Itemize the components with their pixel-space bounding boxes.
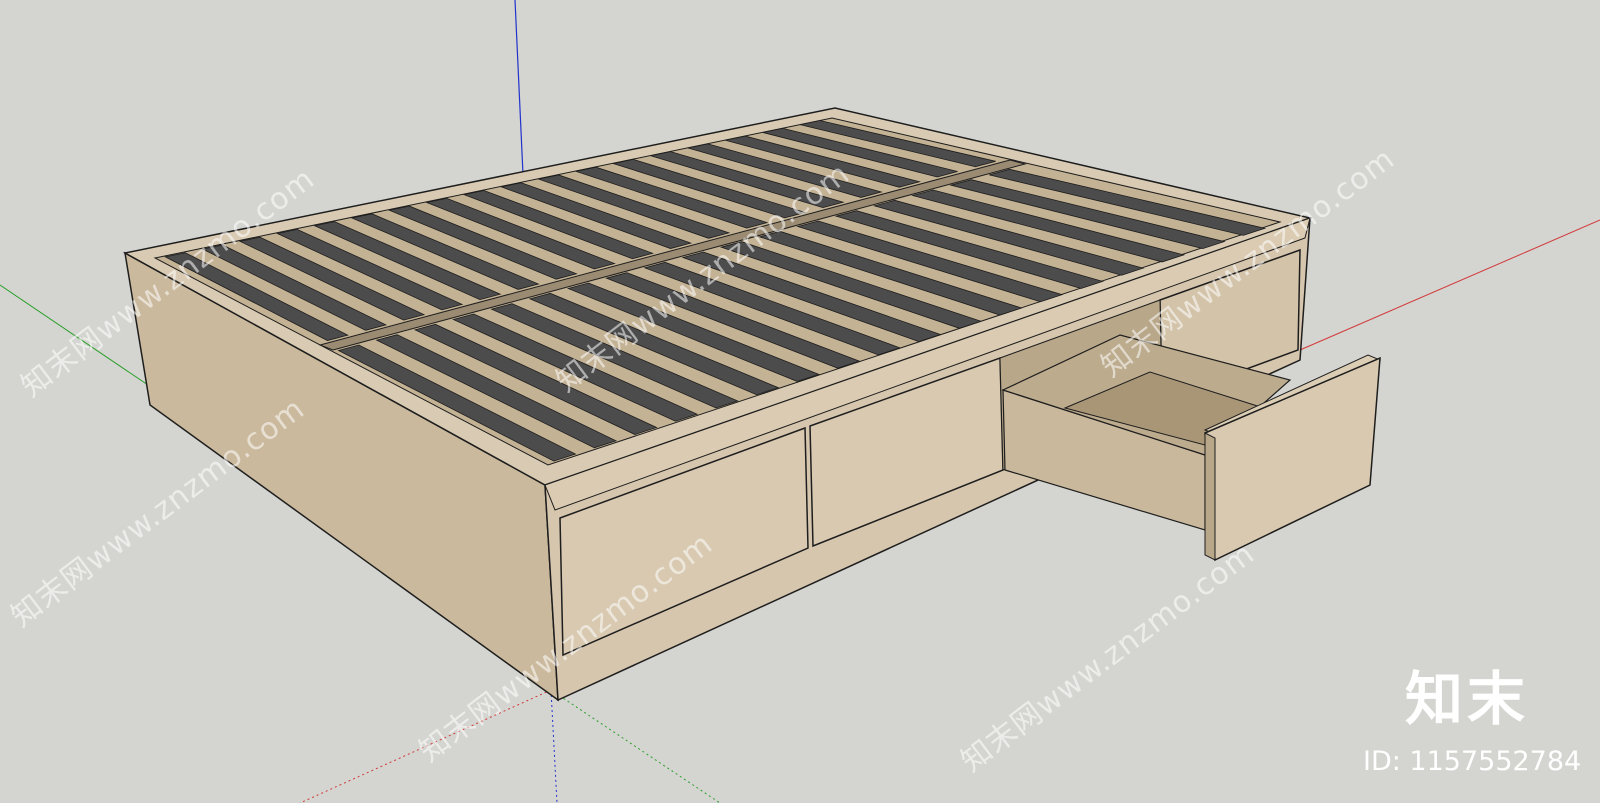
green-axis	[0, 284, 149, 386]
brand-logo: 知末	[1405, 665, 1530, 733]
bed-model-scene	[0, 0, 1600, 803]
green-axis-dotted	[550, 689, 721, 803]
asset-id-label: ID: 1157552784	[1363, 746, 1582, 777]
blue-axis-dotted	[550, 689, 558, 803]
red-axis	[1299, 219, 1600, 351]
red-axis-dotted	[299, 689, 552, 803]
model-viewport[interactable]: 知末网www.znzmo.com 知末网www.znzmo.com 知末网www…	[0, 0, 1600, 803]
pulled-out-drawer[interactable]	[1001, 334, 1382, 562]
drawer-front-edge	[1204, 432, 1216, 561]
